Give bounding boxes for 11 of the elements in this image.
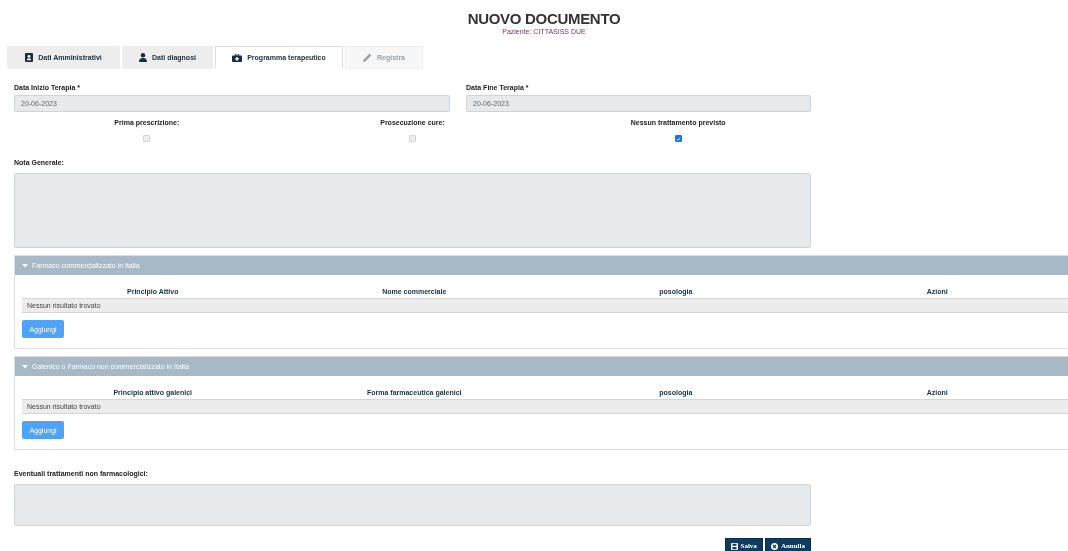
caret-icon — [22, 364, 28, 369]
page-title: NUOVO DOCUMENTO — [467, 10, 621, 27]
close-icon — [770, 542, 778, 550]
doctor-icon — [139, 53, 147, 62]
caret-icon — [22, 263, 28, 268]
note-textarea[interactable] — [14, 173, 811, 248]
medical-kit-icon — [232, 53, 243, 62]
checkbox[interactable] — [674, 135, 682, 142]
pencil-icon — [363, 53, 372, 62]
treatments-textarea[interactable] — [14, 484, 811, 526]
id-card-icon — [25, 53, 34, 62]
